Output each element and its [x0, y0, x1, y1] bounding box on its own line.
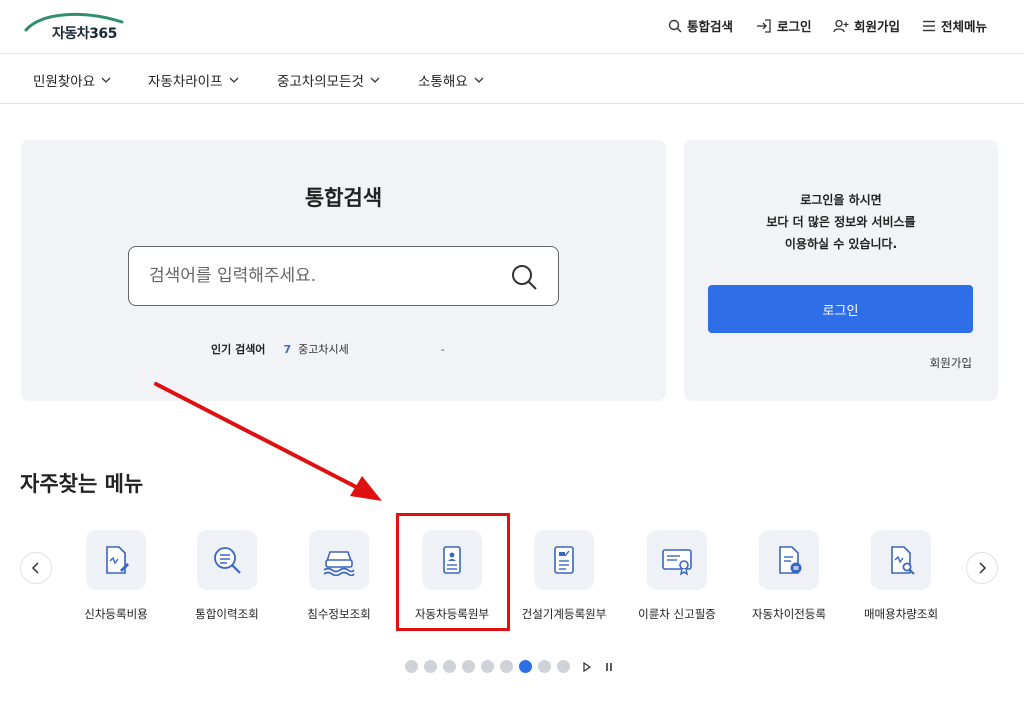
login-message-line: 로그인을 하시면 [800, 193, 882, 207]
pager-dot[interactable] [500, 660, 513, 673]
login-message-line: 이용하실 수 있습니다. [784, 237, 898, 251]
search-input[interactable] [149, 247, 489, 305]
popular-keywords: 인기 검색어 7 중고차시세 - [211, 341, 445, 357]
menu-icon-box [86, 530, 146, 590]
chevron-down-icon [370, 77, 380, 83]
chevron-right-icon [979, 562, 987, 574]
search-title: 통합검색 [304, 186, 383, 210]
chevron-down-icon [474, 77, 484, 83]
menu-item-label: 건설기계등록원부 [521, 607, 607, 621]
menu-icon-box [309, 530, 369, 590]
pager-dot[interactable] [405, 660, 418, 673]
site-header: 자동차365 통합검색 로그인 회원가입 전체메뉴 [0, 0, 1024, 54]
popular-label: 인기 검색어 [211, 343, 266, 356]
menu-item-flood[interactable]: 침수정보조회 [284, 530, 394, 630]
menu-icon-box [647, 530, 707, 590]
login-message-line: 보다 더 많은 정보와 서비스를 [766, 215, 916, 229]
util-join[interactable]: 회원가입 [833, 16, 900, 35]
search-box [128, 246, 559, 306]
menu-item-label: 침수정보조회 [307, 607, 371, 621]
search-button[interactable] [510, 263, 538, 291]
popular-rank: 7 [283, 342, 292, 356]
menu-icon-box [759, 530, 819, 590]
pager-dot[interactable] [443, 660, 456, 673]
util-search[interactable]: 통합검색 [668, 16, 733, 35]
chevron-down-icon [101, 77, 111, 83]
carousel-next-button[interactable] [966, 552, 998, 584]
user-add-icon [833, 19, 849, 32]
chevron-left-icon [31, 562, 39, 574]
menu-item-label: 이륜차 신고필증 [638, 607, 716, 621]
menu-icon [923, 20, 935, 31]
carousel-pager [405, 660, 614, 673]
menu-item-trade-car[interactable]: 매매용차량조회 [846, 530, 956, 630]
search-panel: 통합검색 인기 검색어 7 중고차시세 - [21, 140, 666, 401]
menu-icon-box [871, 530, 931, 590]
menu-item-transfer[interactable]: 자동차이전등록 [734, 530, 844, 630]
menu-item-history[interactable]: 통합이력조회 [172, 530, 282, 630]
login-button[interactable]: 로그인 [708, 285, 973, 333]
logo-text: 자동차365 [52, 26, 117, 42]
carousel-prev-button[interactable] [20, 552, 52, 584]
flooded-car-icon [323, 551, 355, 576]
nav-item-label: 자동차라이프 [148, 74, 223, 90]
document-pen-icon [106, 546, 129, 574]
util-join-label: 회원가입 [854, 19, 901, 34]
util-search-label: 통합검색 [687, 19, 734, 34]
search-icon [512, 265, 537, 290]
pager-dot[interactable] [462, 660, 475, 673]
search-icon [668, 19, 682, 32]
pager-dot[interactable] [557, 660, 570, 673]
login-message: 로그인을 하시면 보다 더 많은 정보와 서비스를 이용하실 수 있습니다. [684, 189, 998, 255]
menu-item-label: 통합이력조회 [195, 607, 259, 621]
nav-item-community[interactable]: 소통해요 [418, 70, 484, 90]
pager-dot[interactable] [481, 660, 494, 673]
pause-icon [606, 662, 612, 671]
menu-item-motorcycle[interactable]: 이륜차 신고필증 [622, 530, 732, 630]
popular-term[interactable]: 중고차시세 [298, 341, 349, 357]
nav-item-usedcar[interactable]: 중고차의모든것 [277, 70, 380, 90]
util-all-menu[interactable]: 전체메뉴 [922, 16, 987, 35]
pager-pause-button[interactable] [604, 662, 614, 672]
util-login[interactable]: 로그인 [756, 16, 812, 35]
menu-item-machinery[interactable]: 건설기계등록원부 [509, 530, 619, 630]
pager-dot[interactable] [519, 660, 532, 673]
join-link[interactable]: 회원가입 [930, 355, 972, 371]
menu-item-label: 매매용차량조회 [863, 607, 939, 621]
magnifier-list-icon [214, 547, 241, 574]
pager-dot[interactable] [538, 660, 551, 673]
login-panel: 로그인을 하시면 보다 더 많은 정보와 서비스를 이용하실 수 있습니다. 로… [684, 140, 998, 401]
util-all-menu-label: 전체메뉴 [941, 19, 988, 34]
play-icon [583, 661, 592, 672]
annotation-highlight-box [396, 513, 510, 631]
document-search-icon [891, 546, 915, 575]
machinery-document-icon [554, 546, 574, 574]
certificate-icon [662, 549, 692, 576]
pager-play-button[interactable] [582, 661, 592, 672]
menu-item-new-car-cost[interactable]: 신차등록비용 [61, 530, 171, 630]
pager-dot[interactable] [424, 660, 437, 673]
menu-icon-box [534, 530, 594, 590]
main-nav: 민원찾아요 자동차라이프 중고차의모든것 소통해요 [0, 54, 1024, 104]
nav-item-carlife[interactable]: 자동차라이프 [148, 70, 239, 90]
transfer-document-icon [779, 546, 802, 574]
util-login-label: 로그인 [777, 19, 812, 34]
nav-item-civil[interactable]: 민원찾아요 [33, 70, 111, 90]
chevron-down-icon [229, 77, 238, 83]
popular-dash: - [440, 342, 445, 356]
nav-item-label: 소통해요 [418, 74, 468, 90]
menu-icon-box [197, 530, 257, 590]
site-logo[interactable]: 자동차365 [24, 8, 124, 46]
nav-item-label: 중고차의모든것 [277, 74, 364, 90]
login-icon [757, 18, 771, 33]
nav-item-label: 민원찾아요 [33, 74, 96, 90]
frequent-menu-title: 자주찾는 메뉴 [20, 472, 144, 496]
menu-item-label: 자동차이전등록 [751, 607, 827, 621]
